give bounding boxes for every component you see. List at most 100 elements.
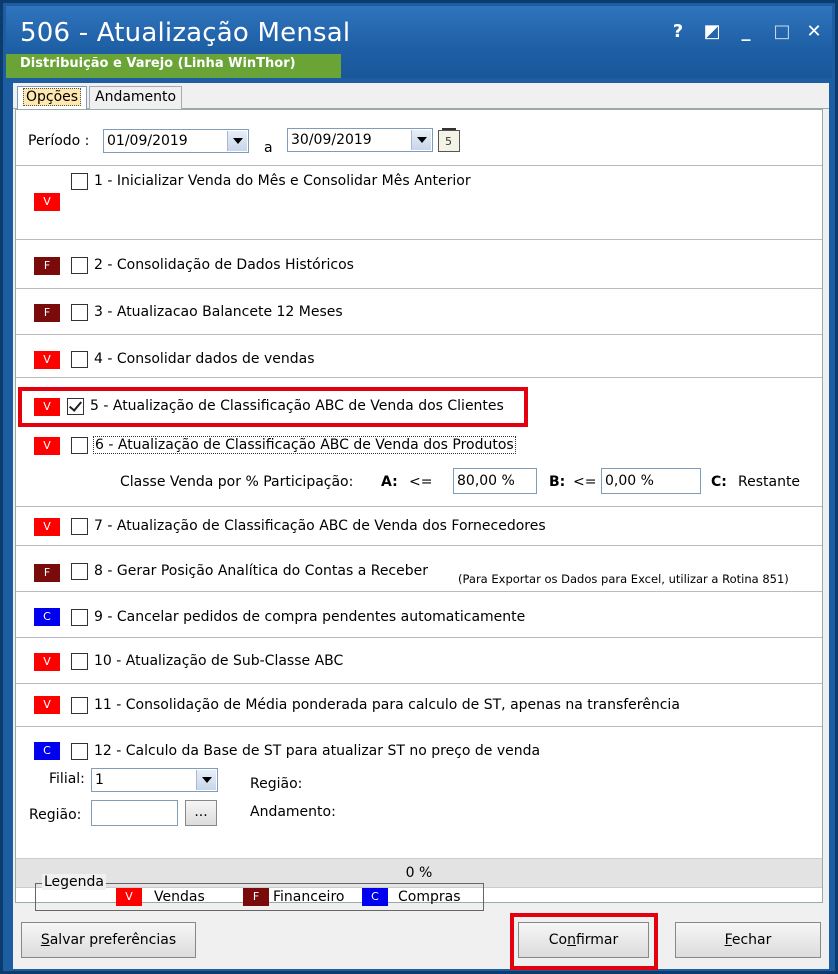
legend-title: Legenda xyxy=(42,874,107,890)
save-preferences-button[interactable]: Salvar preferências xyxy=(21,922,196,958)
divider xyxy=(16,288,822,289)
classe-venda-label: Classe Venda por % Participação: xyxy=(120,474,354,490)
legend-badge-compras: C xyxy=(362,888,388,906)
option-2-label[interactable]: 2 - Consolidação de Dados Históricos xyxy=(94,257,354,273)
tab-andamento-label: Andamento xyxy=(95,89,177,105)
minimize-icon[interactable]: _ xyxy=(734,20,758,44)
progress-text: 0 % xyxy=(405,865,433,881)
badge-vendas: V xyxy=(34,696,60,714)
periodo-end-combo[interactable]: 30/09/2019 xyxy=(287,128,433,152)
save-label-accel: S xyxy=(40,932,50,948)
option-6-label[interactable]: 6 - Atualização de Classificação ABC de … xyxy=(93,436,516,454)
periodo-start-combo[interactable]: 01/09/2019 xyxy=(103,129,249,153)
periodo-start-value: 01/09/2019 xyxy=(107,133,188,149)
option-7-checkbox[interactable] xyxy=(71,518,88,535)
tab-opcoes[interactable]: Opções xyxy=(17,86,88,109)
option-11-label[interactable]: 11 - Consolidação de Média ponderada par… xyxy=(94,697,680,713)
regiao-right-label: Região: xyxy=(250,776,303,792)
filial-value: 1 xyxy=(95,772,104,788)
window-client: Opções Andamento Período : 01/09/2019 a … xyxy=(13,83,829,970)
legend-group: Legenda V Vendas F Financeiro C Compras xyxy=(35,874,484,911)
divider xyxy=(16,545,822,546)
option-8-note: (Para Exportar os Dados para Excel, util… xyxy=(458,572,789,586)
divider xyxy=(16,334,822,335)
divider xyxy=(16,506,822,507)
tab-andamento[interactable]: Andamento xyxy=(89,86,183,109)
option-8-label[interactable]: 8 - Gerar Posição Analítica do Contas a … xyxy=(94,563,428,579)
legend-badge-vendas: V xyxy=(116,888,142,906)
badge-compras: C xyxy=(34,742,60,760)
option-1-label[interactable]: 1 - Inicializar Venda do Mês e Consolida… xyxy=(94,173,471,189)
badge-vendas: V xyxy=(34,437,60,455)
window-title: 506 - Atualização Mensal xyxy=(20,18,351,48)
badge-vendas: V xyxy=(34,518,60,536)
option-11-checkbox[interactable] xyxy=(71,697,88,714)
chevron-down-icon[interactable] xyxy=(411,130,431,150)
classe-a-input[interactable]: 80,00 % xyxy=(453,468,537,494)
periodo-end-value: 30/09/2019 xyxy=(291,132,372,148)
close-button[interactable]: Fechar xyxy=(675,922,821,958)
option-8-checkbox[interactable] xyxy=(71,563,88,580)
highlight-box xyxy=(18,387,528,427)
help-icon[interactable]: ? xyxy=(666,20,690,44)
filial-combo[interactable]: 1 xyxy=(91,768,218,792)
classe-a-label: A: xyxy=(381,474,398,490)
save-label-post: alvar preferências xyxy=(49,932,177,948)
badge-vendas: V xyxy=(34,653,60,671)
badge-vendas: V xyxy=(34,193,60,211)
option-3-label[interactable]: 3 - Atualizacao Balancete 12 Meses xyxy=(94,304,343,320)
tab-opcoes-label: Opções xyxy=(23,88,82,106)
option-3-checkbox[interactable] xyxy=(71,304,88,321)
divider xyxy=(16,683,822,684)
badge-compras: C xyxy=(34,608,60,626)
option-9-label[interactable]: 9 - Cancelar pedidos de compra pendentes… xyxy=(94,609,525,625)
chevron-down-icon[interactable] xyxy=(227,131,247,151)
option-10-label[interactable]: 10 - Atualização de Sub-Classe ABC xyxy=(94,653,343,669)
close-icon[interactable]: ✕ xyxy=(802,20,826,44)
badge-financeiro: F xyxy=(34,304,60,322)
periodo-label: Período : xyxy=(28,133,90,149)
badge-vendas: V xyxy=(34,351,60,369)
highlight-box xyxy=(510,913,658,970)
divider xyxy=(16,165,822,166)
divider xyxy=(16,637,822,638)
option-12-checkbox[interactable] xyxy=(71,743,88,760)
option-9-checkbox[interactable] xyxy=(71,609,88,626)
close-label-post: echar xyxy=(731,932,772,948)
app-window: 506 - Atualização Mensal Distribuição e … xyxy=(0,0,838,974)
divider xyxy=(16,591,822,592)
option-4-label[interactable]: 4 - Consolidar dados de vendas xyxy=(94,351,315,367)
badge-financeiro: F xyxy=(34,257,60,275)
option-4-checkbox[interactable] xyxy=(71,351,88,368)
option-12-label[interactable]: 12 - Calculo da Base de ST para atualiza… xyxy=(94,743,540,759)
regiao-search-button[interactable]: ... xyxy=(185,800,217,826)
legend-vendas-label: Vendas xyxy=(154,889,205,905)
regiao-input[interactable] xyxy=(91,800,178,826)
option-6-checkbox[interactable] xyxy=(71,437,88,454)
divider xyxy=(16,377,822,378)
classe-b-input[interactable]: 0,00 % xyxy=(601,468,701,494)
classe-b-label: B: xyxy=(549,474,566,490)
option-10-checkbox[interactable] xyxy=(71,653,88,670)
calendar-icon[interactable] xyxy=(438,128,460,152)
andamento-label: Andamento: xyxy=(250,804,336,820)
badge-financeiro: F xyxy=(34,564,60,582)
divider xyxy=(16,239,822,240)
tab-strip: Opções Andamento xyxy=(13,83,829,109)
divider xyxy=(16,726,822,727)
filial-label: Filial: xyxy=(49,771,85,787)
classe-b-op: <= xyxy=(573,474,597,490)
option-1-checkbox[interactable] xyxy=(71,173,88,190)
legend-financeiro-label: Financeiro xyxy=(273,889,345,905)
option-2-checkbox[interactable] xyxy=(71,257,88,274)
periodo-sep: a xyxy=(264,140,273,156)
option-7-label[interactable]: 7 - Atualização de Classificação ABC de … xyxy=(94,518,546,534)
options-panel: Período : 01/09/2019 a 30/09/2019 V 1 - … xyxy=(15,109,823,903)
maximize-icon[interactable]: □ xyxy=(770,20,794,44)
classe-a-op: <= xyxy=(409,474,433,490)
classe-c-label: C: xyxy=(711,474,727,490)
classe-c-value: Restante xyxy=(738,474,801,490)
title-bar[interactable]: 506 - Atualização Mensal Distribuição e … xyxy=(6,6,832,78)
chevron-down-icon[interactable] xyxy=(196,770,216,790)
theme-icon[interactable]: ◩ xyxy=(700,20,724,44)
